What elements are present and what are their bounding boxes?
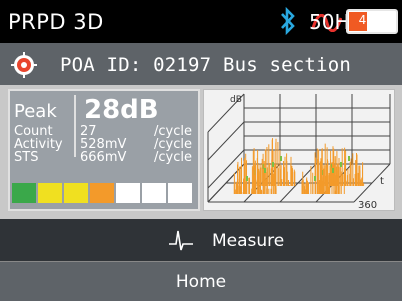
poa-id-label: POA ID: 02197 Bus section [60,54,351,76]
screen-title: PRPD 3D [8,10,104,34]
peak-label: Peak [14,101,57,122]
measure-label: Measure [212,231,285,251]
level-bar-segment [116,183,140,203]
plot-t-label: t [380,176,384,187]
bluetooth-icon [278,6,298,40]
prpd-marker [246,176,248,181]
level-bar [12,183,194,203]
battery-icon: 40% [346,9,398,34]
home-label: Home [175,272,227,292]
target-icon [11,52,37,82]
level-bar-segment [142,183,166,203]
level-bar-segment [64,183,88,203]
prpd-marker [314,176,316,181]
prpd-marker [280,156,282,161]
home-button[interactable]: Home [0,262,402,301]
stat-value: 666mV [80,150,127,165]
prpd-marker [340,162,342,167]
peak-divider [74,95,76,157]
stat-unit: /cycle [154,150,192,165]
measure-button[interactable]: Measure [0,219,402,261]
stat-label: STS [14,150,39,165]
status-bar: PRPD 3D 50Hz 40% [0,0,402,43]
peak-value: 28dB [84,95,159,125]
prpd-marker [264,168,266,173]
prpd-3d-plot: dB t 360 [203,89,395,211]
poa-header: POA ID: 02197 Bus section [0,43,402,85]
plot-phase-label: 360 [358,200,377,210]
level-bar-segment [90,183,114,203]
level-bar-segment [38,183,62,203]
prpd-marker [272,162,274,167]
plot-y-label: dB [230,95,242,105]
stats-panel: Peak 28dB Count 27 /cycle Activity 528mV… [8,89,200,211]
level-bar-segment [12,183,36,203]
measurement-panel: Peak 28dB Count 27 /cycle Activity 528mV… [0,85,402,219]
prpd-marker [348,156,350,161]
device-screen: PRPD 3D 50Hz 40% POA ID: 02197 Bus secti… [0,0,402,301]
pulse-icon [168,228,194,256]
level-bar-segment [168,183,192,203]
battery-percent: 40% [358,13,386,27]
prpd-marker [332,168,334,173]
